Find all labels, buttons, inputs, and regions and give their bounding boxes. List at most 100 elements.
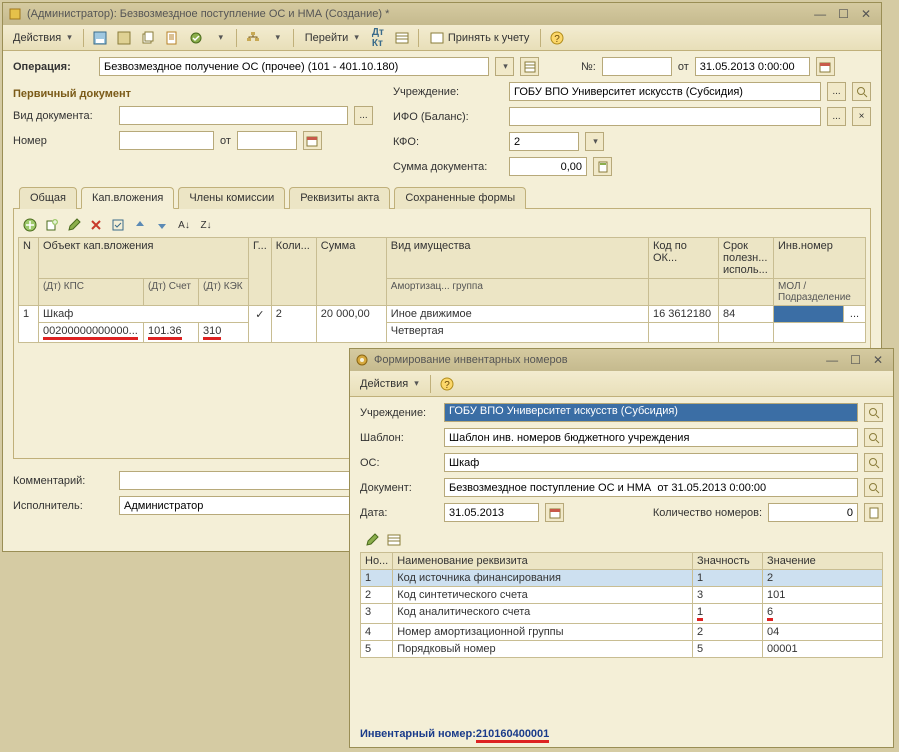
select-icon[interactable] [108, 215, 128, 235]
save-icon-2[interactable] [113, 28, 135, 48]
ot2-label: от [220, 135, 231, 147]
ot-label: от [678, 61, 689, 73]
operation-select[interactable] [99, 57, 489, 76]
sub-close-button[interactable]: ✕ [867, 353, 889, 367]
dtct-icon[interactable]: ДтКт [367, 28, 389, 48]
sub-calendar-icon[interactable] [545, 503, 564, 522]
doctype-ellipsis[interactable]: ... [354, 106, 373, 125]
ispol-label: Исполнитель: [13, 500, 113, 512]
num-label: №: [581, 61, 596, 73]
add-copy-icon[interactable] [42, 215, 62, 235]
sub-search-icon-3[interactable] [864, 453, 883, 472]
table-row[interactable]: 2 Код синтетического счета 3 101 [361, 587, 883, 604]
list-icon[interactable] [391, 28, 413, 48]
sub-search-icon-4[interactable] [864, 478, 883, 497]
sub-calc-icon[interactable] [864, 503, 883, 522]
kfo-dropdown[interactable] [585, 132, 604, 151]
sub-count-input[interactable] [768, 503, 858, 522]
app-icon [7, 6, 23, 22]
table-row[interactable]: 00200000000000... 101.36 310 Четвертая [19, 323, 866, 343]
search-icon[interactable] [852, 82, 871, 101]
close-button[interactable]: ✕ [855, 7, 877, 21]
maximize-button[interactable]: ☐ [832, 7, 855, 21]
svg-text:?: ? [444, 380, 450, 391]
sub-minimize-button[interactable]: — [820, 353, 844, 367]
sub-search-icon[interactable] [864, 403, 883, 422]
up-icon[interactable] [130, 215, 150, 235]
sort-asc-icon[interactable]: A↓ [174, 215, 194, 235]
sub-shabl-label: Шаблон: [360, 432, 438, 444]
ifo-input[interactable] [509, 107, 821, 126]
copy-icon[interactable] [137, 28, 159, 48]
delete-icon[interactable] [86, 215, 106, 235]
sub-uchr-field[interactable]: ГОБУ ВПО Университет искусств (Субсидия) [444, 403, 858, 422]
operation-dropdown[interactable] [495, 57, 514, 76]
capital-grid[interactable]: N Объект кап.вложения Г... Коли... Сумма… [18, 237, 866, 343]
sub-os-input[interactable] [444, 453, 858, 472]
goto-menu[interactable]: Перейти [299, 30, 365, 46]
gear-icon [354, 352, 370, 368]
table-row[interactable]: 4 Номер амортизационной группы 2 04 [361, 624, 883, 641]
uchr-label: Учреждение: [393, 86, 503, 98]
inv-cell-selected[interactable] [774, 306, 844, 323]
post-icon[interactable] [185, 28, 207, 48]
help-icon[interactable]: ? [546, 28, 568, 48]
actions-menu[interactable]: Действия [7, 30, 78, 46]
sub-shabl-input[interactable] [444, 428, 858, 447]
table-row[interactable]: 1 Код источника финансирования 1 2 [361, 570, 883, 587]
structure-icon[interactable] [242, 28, 264, 48]
sort-desc-icon[interactable]: Z↓ [196, 215, 216, 235]
sub-list-icon[interactable] [384, 530, 404, 550]
uchr-input[interactable] [509, 82, 821, 101]
down-icon[interactable] [152, 215, 172, 235]
kfo-input[interactable] [509, 132, 579, 151]
sub-actions-menu[interactable]: Действия [354, 376, 425, 392]
operation-list-icon[interactable] [520, 57, 539, 76]
summ-label: Сумма документа: [393, 161, 503, 173]
tab-general[interactable]: Общая [19, 187, 77, 209]
structure-dropdown[interactable] [266, 28, 288, 48]
calendar-icon[interactable] [816, 57, 835, 76]
calc-icon[interactable] [593, 157, 612, 176]
table-row[interactable]: 5 Порядковый номер 5 00001 [361, 641, 883, 658]
minimize-button[interactable]: — [808, 7, 832, 21]
doctype-label: Вид документа: [13, 110, 113, 122]
tab-kapvloz[interactable]: Кап.вложения [81, 187, 174, 209]
doc-icon[interactable] [161, 28, 183, 48]
ifo-label: ИФО (Баланс): [393, 111, 503, 123]
table-row[interactable]: 3 Код аналитического счета 1 6 [361, 604, 883, 624]
table-row[interactable]: 1 Шкаф ✓ 2 20 000,00 Иное движимое 16 36… [19, 306, 866, 323]
edit-icon[interactable] [64, 215, 84, 235]
sub-grid[interactable]: Но... Наименование реквизита Значность З… [360, 552, 883, 658]
add-icon[interactable] [20, 215, 40, 235]
kfo-label: КФО: [393, 136, 503, 148]
doctype-input[interactable] [119, 106, 348, 125]
sub-edit-icon[interactable] [362, 530, 382, 550]
ifo-clear[interactable]: × [852, 107, 871, 126]
accept-button[interactable]: Принять к учету [424, 29, 536, 47]
number-input[interactable] [602, 57, 672, 76]
inv-cell-ellipsis[interactable]: ... [844, 306, 866, 323]
uchr-ellipsis[interactable]: ... [827, 82, 846, 101]
ifo-ellipsis[interactable]: ... [827, 107, 846, 126]
sub-help-icon[interactable]: ? [436, 374, 458, 394]
tab-requisites[interactable]: Реквизиты акта [289, 187, 390, 209]
post-dropdown[interactable] [209, 28, 231, 48]
sub-date-input[interactable] [444, 503, 539, 522]
tab-members[interactable]: Члены комиссии [178, 187, 285, 209]
date-input[interactable] [695, 57, 810, 76]
save-icon[interactable] [89, 28, 111, 48]
tab-savedforms[interactable]: Сохраненные формы [394, 187, 526, 209]
inv-number-value: 210160400001 [476, 728, 549, 743]
sub-window-title: Формирование инвентарных номеров [374, 354, 568, 366]
col-inv: Инв.номер [774, 238, 866, 279]
docdate-input[interactable] [237, 131, 297, 150]
sub-maximize-button[interactable]: ☐ [844, 353, 867, 367]
col-kol: Коли... [271, 238, 316, 306]
col-srok: Срок полезн... исполь... [719, 238, 774, 279]
sub-search-icon-2[interactable] [864, 428, 883, 447]
docnum-input[interactable] [119, 131, 214, 150]
sub-doc-input[interactable] [444, 478, 858, 497]
calendar-icon-2[interactable] [303, 131, 322, 150]
summ-input[interactable] [509, 157, 587, 176]
